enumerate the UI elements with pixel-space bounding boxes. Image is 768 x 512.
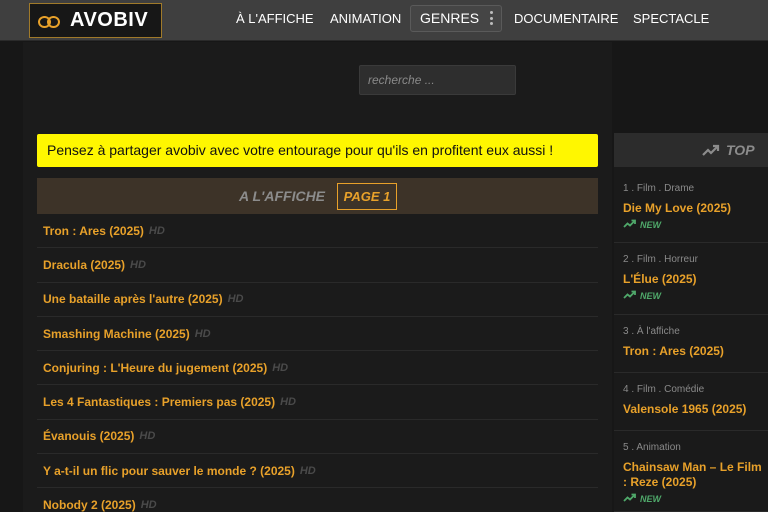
top-item-meta: 2 . Film . Horreur xyxy=(623,254,699,265)
top-item-meta: 4 . Film . Comédie xyxy=(623,384,705,395)
top-item-meta: 5 . Animation xyxy=(623,442,681,453)
list-item[interactable]: Nobody 2 (2025) HD xyxy=(37,488,598,512)
top-item[interactable]: 4 . Film . Comédie Valensole 1965 (2025) xyxy=(614,373,768,431)
top-item[interactable]: 2 . Film . Horreur L'Élue (2025) NEW xyxy=(614,243,768,315)
section-header: A L'AFFICHE PAGE 1 xyxy=(37,178,598,214)
top-item-title[interactable]: Die My Love (2025) xyxy=(623,201,768,216)
quality-label: HD xyxy=(227,293,244,306)
movie-title[interactable]: Conjuring : L'Heure du jugement (2025) xyxy=(43,361,267,375)
nav-genres-dropdown[interactable]: GENRES xyxy=(410,5,502,32)
section-title: A L'AFFICHE xyxy=(239,188,326,204)
trending-up-icon xyxy=(623,219,640,230)
top-item[interactable]: 5 . Animation Chainsaw Man – Le Film : Re… xyxy=(614,431,768,512)
movie-title[interactable]: Smashing Machine (2025) xyxy=(43,327,190,341)
list-item[interactable]: Évanouis (2025) HD xyxy=(37,420,598,455)
quality-label: HD xyxy=(140,499,157,512)
new-badge: NEW xyxy=(623,290,768,301)
top-item-meta: 3 . À l'affiche xyxy=(623,326,680,337)
list-item[interactable]: Y a-t-il un flic pour sauver le monde ? … xyxy=(37,454,598,489)
top-sidebar: TOP 1 . Film . Drame Die My Love (2025) NE… xyxy=(614,133,768,512)
quality-label: HD xyxy=(299,464,316,477)
quality-label: HD xyxy=(148,224,165,237)
page-badge[interactable]: PAGE 1 xyxy=(337,183,397,210)
more-vertical-icon xyxy=(489,11,493,25)
top-item[interactable]: 1 . Film . Drame Die My Love (2025) NEW xyxy=(614,172,768,243)
nav-item-documentaire[interactable]: DOCUMENTAIRE xyxy=(514,0,618,40)
list-item[interactable]: Une bataille après l'autre (2025) HD xyxy=(37,283,598,317)
movie-title[interactable]: Dracula (2025) xyxy=(43,258,125,272)
nav-genres-label: GENRES xyxy=(420,10,480,26)
new-badge-label: NEW xyxy=(640,493,661,504)
search-input[interactable] xyxy=(359,65,516,95)
site-logo[interactable]: AVOBIV xyxy=(29,3,162,38)
nav-item-spectacle[interactable]: SPECTACLE xyxy=(633,0,709,40)
new-badge-label: NEW xyxy=(640,219,661,230)
list-item[interactable]: Smashing Machine (2025) HD xyxy=(37,317,598,352)
list-item[interactable]: Conjuring : L'Heure du jugement (2025) HD xyxy=(37,351,598,386)
nav-item-affiche[interactable]: À L'AFFICHE xyxy=(236,0,314,40)
movie-title[interactable]: Tron : Ares (2025) xyxy=(43,224,144,238)
top-item-title[interactable]: Valensole 1965 (2025) xyxy=(623,402,768,417)
nav-item-animation[interactable]: ANIMATION xyxy=(330,0,401,40)
top-item-title[interactable]: Tron : Ares (2025) xyxy=(623,344,768,359)
quality-label: HD xyxy=(130,258,146,271)
trending-up-icon xyxy=(623,493,640,504)
list-item[interactable]: Les 4 Fantastiques : Premiers pas (2025)… xyxy=(37,385,598,420)
new-badge: NEW xyxy=(623,493,768,504)
sidebar-title: TOP xyxy=(726,142,755,158)
logo-text: AVOBIV xyxy=(70,9,149,31)
quality-label: HD xyxy=(194,327,211,340)
movie-title[interactable]: Nobody 2 (2025) xyxy=(43,498,136,512)
sidebar-header: TOP xyxy=(614,133,768,167)
movie-title[interactable]: Évanouis (2025) xyxy=(43,429,134,443)
movie-title[interactable]: Une bataille après l'autre (2025) xyxy=(43,292,223,306)
movie-title[interactable]: Les 4 Fantastiques : Premiers pas (2025) xyxy=(43,395,275,409)
top-item[interactable]: 3 . À l'affiche Tron : Ares (2025) xyxy=(614,315,768,373)
quality-label: HD xyxy=(280,396,296,409)
list-item[interactable]: Dracula (2025) HD xyxy=(37,248,598,283)
quality-label: HD xyxy=(139,430,156,443)
trending-up-icon xyxy=(702,144,720,156)
movie-title[interactable]: Y a-t-il un flic pour sauver le monde ? … xyxy=(43,464,295,478)
new-badge-label: NEW xyxy=(640,290,661,301)
top-item-title[interactable]: L'Élue (2025) xyxy=(623,272,768,287)
trending-up-icon xyxy=(623,290,640,301)
quality-label: HD xyxy=(272,361,289,374)
list-item[interactable]: Tron : Ares (2025) HD xyxy=(37,214,598,249)
share-notice: Pensez à partager avobiv avec votre ento… xyxy=(37,134,598,167)
top-navbar: AVOBIV À L'AFFICHE ANIMATION GENRES DOCU… xyxy=(0,0,768,41)
infinity-icon xyxy=(38,14,60,28)
top-item-meta: 1 . Film . Drame xyxy=(623,183,695,194)
movie-list: Tron : Ares (2025) HD Dracula (2025) HD Une … xyxy=(37,214,598,512)
new-badge: NEW xyxy=(623,219,768,230)
top-item-title[interactable]: Chainsaw Man – Le Film : Reze (2025) xyxy=(623,460,768,490)
